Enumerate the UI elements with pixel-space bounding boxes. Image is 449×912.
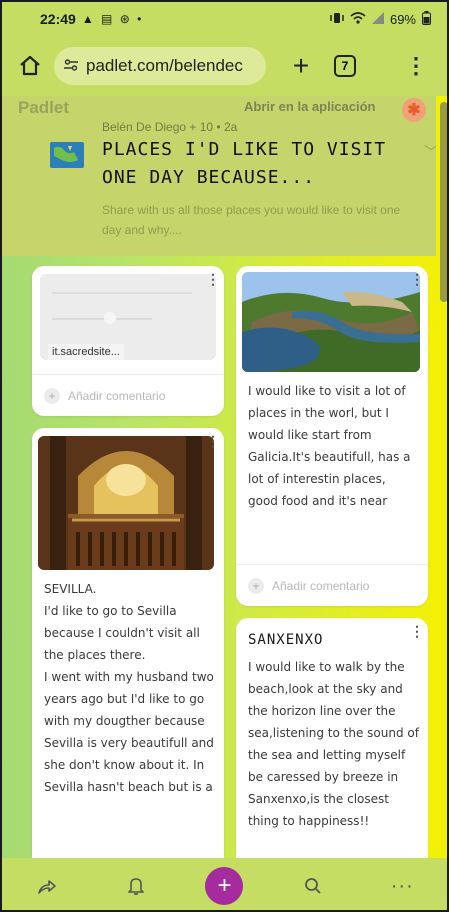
plus-icon: + [217, 872, 232, 899]
new-tab-button[interactable]: + [286, 52, 316, 80]
post-card-galicia[interactable]: ⋮ I would like to visit a lot of places … [236, 266, 428, 606]
post-title: SANXENXO [248, 632, 324, 648]
board-map-icon [50, 142, 84, 168]
url-text: padlet.com/belendec [86, 56, 243, 75]
phone-screen: 22:49 ▲ ▤ ⊛ • 69% padlet.com/belendec + … [0, 0, 449, 912]
url-bar[interactable]: padlet.com/belendec [54, 47, 266, 85]
post-menu-icon[interactable]: ⋮ [206, 272, 220, 286]
notification-icons: ▲ ▤ ⊛ • [81, 12, 144, 26]
home-button[interactable] [12, 48, 48, 84]
board-description: Share with us all those places you would… [102, 203, 401, 237]
notifications-button[interactable] [116, 866, 156, 906]
post-card-sanxenxo[interactable]: ⋮ SANXENXO I would like to walk by the b… [236, 618, 428, 858]
bell-icon [128, 878, 144, 895]
add-comment-label: Añadir comentario [272, 578, 370, 593]
post-body: I would like to walk by the beach,look a… [248, 660, 419, 828]
browser-toolbar: padlet.com/belendec + 7 ⋮ [2, 36, 447, 96]
search-icon [304, 878, 321, 894]
board-header: Padlet Abrir en la aplicación ✱ Belén De… [2, 96, 447, 256]
more-dots-icon: ··· [390, 874, 414, 897]
share-button[interactable] [27, 866, 67, 906]
board-author: Belén De Diego + 10 • 2a [102, 120, 238, 134]
wifi-icon [350, 11, 366, 27]
link-preview[interactable]: it.sacredsite... [40, 274, 216, 360]
close-banner-icon[interactable]: ✱ [402, 98, 426, 122]
share-icon [37, 880, 56, 894]
padlet-logo: Padlet [18, 98, 70, 117]
add-comment-button[interactable]: + Añadir comentario [236, 564, 428, 606]
status-bar: 22:49 ▲ ▤ ⊛ • 69% [2, 2, 447, 36]
link-url[interactable]: it.sacredsite... [48, 344, 124, 360]
search-button[interactable] [293, 866, 333, 906]
bottom-navigation: + ··· [2, 858, 447, 910]
post-card-link[interactable]: it.sacredsite... ⋮ + Añadir comentario [32, 266, 224, 416]
status-right: 69% [330, 10, 431, 28]
post-card-sevilla[interactable]: ⋮ SEVILLA. I'd like to go to Sevilla bec… [32, 428, 224, 858]
tab-switcher-button[interactable]: 7 [334, 55, 356, 77]
post-body: SEVILLA. I'd like to go to Sevilla becau… [44, 582, 214, 794]
status-time: 22:49 [40, 11, 76, 27]
post-menu-icon[interactable]: ⋮ [410, 624, 424, 638]
post-menu-icon[interactable]: ⋮ [206, 434, 220, 448]
site-settings-icon[interactable] [64, 58, 78, 74]
post-body: I would like to visit a lot of places in… [248, 384, 411, 508]
post-image-river-canyon[interactable] [242, 272, 420, 372]
vibrate-icon [330, 12, 344, 27]
padlet-wall[interactable]: it.sacredsite... ⋮ + Añadir comentario ⋮… [2, 256, 436, 858]
add-comment-icon: + [248, 577, 264, 594]
scrollbar-thumb[interactable] [440, 102, 447, 302]
battery-level: 69% [389, 11, 416, 27]
add-comment-button[interactable]: + Añadir comentario [32, 374, 224, 416]
open-in-app-link[interactable]: Abrir en la aplicación [244, 99, 376, 114]
signal-icon [371, 11, 384, 27]
board-title: PLACES I'D LIKE TO VISIT ONE DAY BECAUSE… [102, 139, 387, 188]
home-icon [20, 55, 40, 76]
more-options-button[interactable]: ··· [382, 866, 422, 906]
post-image-cathedral[interactable] [38, 436, 214, 570]
add-post-button[interactable]: + [205, 867, 244, 905]
battery-icon [422, 10, 431, 28]
post-menu-icon[interactable]: ⋮ [410, 272, 424, 286]
add-comment-label: Añadir comentario [68, 388, 166, 403]
add-comment-icon: + [44, 387, 60, 404]
browser-menu-icon[interactable]: ⋮ [405, 53, 427, 79]
